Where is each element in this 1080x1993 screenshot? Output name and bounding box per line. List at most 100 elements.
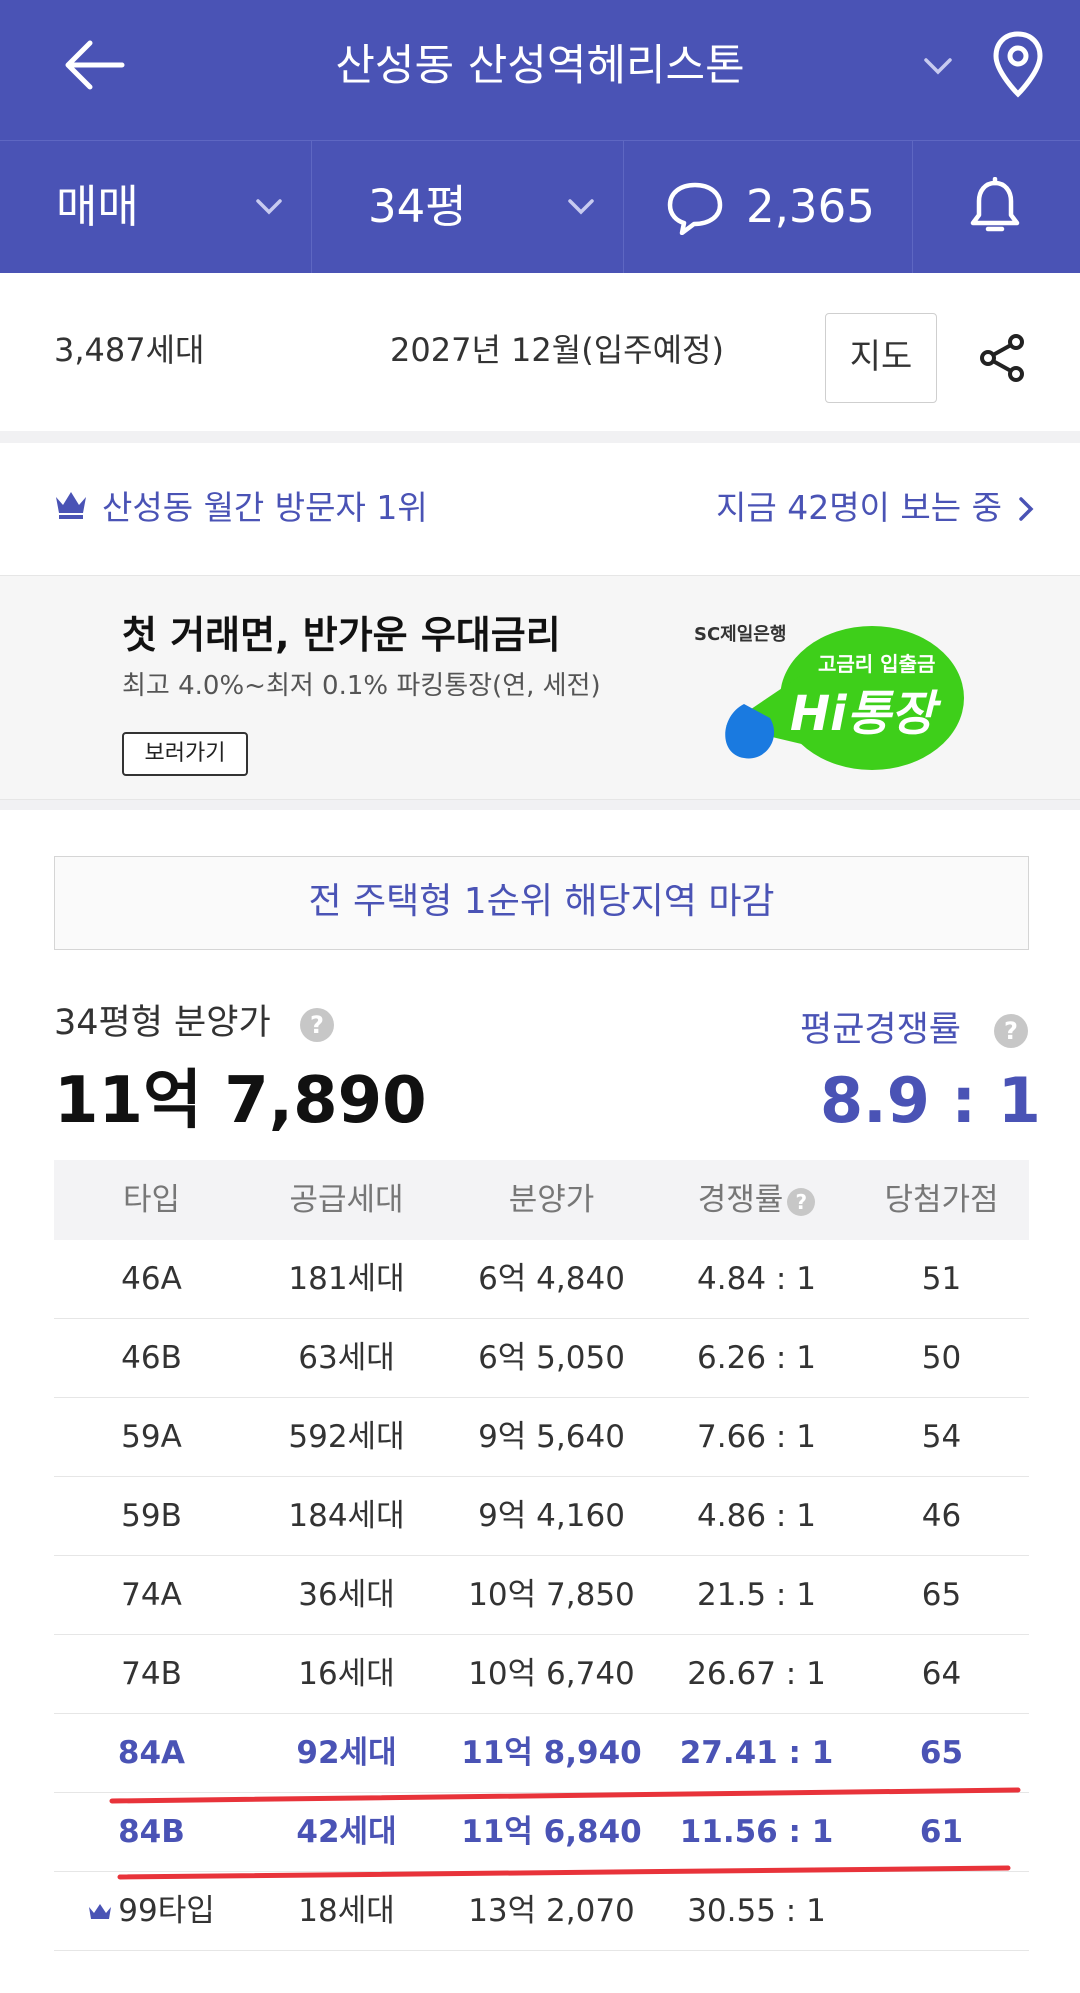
complex-info: 3,487세대 2027년 12월(입주예정) 지도 xyxy=(0,273,1080,431)
cell-competition-text: 21.5 : 1 xyxy=(697,1577,816,1613)
ad-bank-name: SC제일은행 xyxy=(694,624,787,645)
map-button[interactable]: 지도 xyxy=(825,313,937,403)
cell-score: 65 xyxy=(854,1556,1029,1635)
cell-type: 99타입 xyxy=(54,1872,249,1951)
back-arrow-icon[interactable] xyxy=(60,30,130,100)
cell-score-text: 46 xyxy=(921,1498,962,1534)
cell-units-text: 18세대 xyxy=(298,1893,395,1929)
cell-units: 18세대 xyxy=(249,1872,444,1951)
ad-cta-button[interactable]: 보러가기 xyxy=(122,732,248,776)
cell-type: 74A xyxy=(54,1556,249,1635)
trade-type-selector[interactable]: 매매 xyxy=(0,141,312,274)
cell-price-text: 9억 4,160 xyxy=(478,1498,625,1534)
ad-logo-title: Hi통장 xyxy=(790,686,935,742)
cell-competition-text: 4.86 : 1 xyxy=(697,1498,816,1534)
cell-score-text: 61 xyxy=(919,1814,964,1850)
cell-price: 13억 2,070 xyxy=(444,1872,659,1951)
cell-price: 11억 8,940 xyxy=(444,1714,659,1793)
cell-score: 50 xyxy=(854,1319,1029,1398)
cell-type-text: 74B xyxy=(121,1656,182,1692)
cell-units-text: 36세대 xyxy=(298,1577,395,1613)
ad-headline: 첫 거래면, 반가운 우대금리 xyxy=(122,613,561,657)
cell-score: 65 xyxy=(854,1714,1029,1793)
cell-type: 84A xyxy=(54,1714,249,1793)
visitor-rank-row[interactable]: 산성동 월간 방문자 1위 지금 42명이 보는 중 xyxy=(0,443,1080,575)
cell-competition: 30.55 : 1 xyxy=(659,1872,854,1951)
help-icon[interactable]: ? xyxy=(994,1014,1028,1048)
cell-units-text: 184세대 xyxy=(288,1498,405,1534)
cell-price-text: 6억 5,050 xyxy=(478,1340,625,1376)
cell-competition: 7.66 : 1 xyxy=(659,1398,854,1477)
cell-competition-text: 6.26 : 1 xyxy=(697,1340,816,1376)
notification-button[interactable] xyxy=(913,141,1080,274)
cell-price: 6억 5,050 xyxy=(444,1319,659,1398)
size-label: 34평 xyxy=(368,180,467,233)
cell-price-text: 6억 4,840 xyxy=(478,1261,625,1297)
supply-table: 타입 공급세대 분양가 경쟁률? 당첨가점 46A 181세대 6억 4,840 4.… xyxy=(54,1160,1029,1951)
ad-description: 최고 4.0%~최저 0.1% 파킹통장(연, 세전) xyxy=(122,671,601,701)
cell-score-text: 64 xyxy=(921,1656,962,1692)
cell-price-text: 10억 6,740 xyxy=(468,1656,635,1692)
header-score: 당첨가점 xyxy=(884,1182,999,1218)
table-row[interactable]: 59A 592세대 9억 5,640 7.66 : 1 54 xyxy=(54,1398,1029,1477)
bell-icon xyxy=(970,177,1020,232)
table-row[interactable]: 59B 184세대 9억 4,160 4.86 : 1 46 xyxy=(54,1477,1029,1556)
section-divider xyxy=(0,800,1080,810)
cell-type: 59B xyxy=(54,1477,249,1556)
cell-type: 59A xyxy=(54,1398,249,1477)
cell-units-text: 92세대 xyxy=(296,1735,397,1771)
cell-competition-text: 26.67 : 1 xyxy=(687,1656,826,1692)
cell-units-text: 63세대 xyxy=(298,1340,395,1376)
cell-type-text: 99타입 xyxy=(118,1893,215,1929)
header-price: 분양가 xyxy=(508,1182,595,1218)
avg-competition-label: 평균경쟁률 xyxy=(800,1010,962,1050)
cell-units-text: 592세대 xyxy=(288,1419,405,1455)
cell-competition: 11.56 : 1 xyxy=(659,1793,854,1872)
cell-score-text: 54 xyxy=(921,1419,962,1455)
table-row[interactable]: 84A 92세대 11억 8,940 27.41 : 1 65 xyxy=(54,1714,1029,1793)
current-viewers-text: 지금 42명이 보는 중 xyxy=(716,488,1002,527)
cell-competition: 27.41 : 1 xyxy=(659,1714,854,1793)
cell-units: 184세대 xyxy=(249,1477,444,1556)
cell-type-text: 46B xyxy=(121,1340,182,1376)
cell-competition: 4.86 : 1 xyxy=(659,1477,854,1556)
cell-units-text: 181세대 xyxy=(288,1261,405,1297)
cell-price-text: 9억 5,640 xyxy=(478,1419,625,1455)
cell-price-text: 13억 2,070 xyxy=(468,1893,635,1929)
table-row[interactable]: 99타입 18세대 13억 2,070 30.55 : 1 xyxy=(54,1872,1029,1951)
cell-competition-text: 11.56 : 1 xyxy=(679,1814,834,1850)
avg-competition-value: 8.9 : 1 xyxy=(820,1064,1041,1137)
help-icon[interactable]: ? xyxy=(300,1008,334,1042)
table-row[interactable]: 84B 42세대 11억 6,840 11.56 : 1 61 xyxy=(54,1793,1029,1872)
page-title[interactable]: 산성동 산성역헤리스톤 xyxy=(250,36,830,96)
comments-button[interactable]: 2,365 xyxy=(624,141,913,274)
share-icon[interactable] xyxy=(978,333,1026,383)
top-bar: 산성동 산성역헤리스톤 xyxy=(0,0,1080,140)
chevron-down-icon xyxy=(568,199,594,215)
price-value: 11억 7,890 xyxy=(54,1064,427,1138)
cell-price: 10억 7,850 xyxy=(444,1556,659,1635)
table-row[interactable]: 74B 16세대 10억 6,740 26.67 : 1 64 xyxy=(54,1635,1029,1714)
header-competition-label: 경쟁률 xyxy=(697,1182,784,1218)
cell-units: 42세대 xyxy=(249,1793,444,1872)
crown-icon xyxy=(56,492,86,519)
cell-score-text: 65 xyxy=(921,1577,962,1613)
table-body: 46A 181세대 6억 4,840 4.84 : 1 51 46B 63세대 6억 5,05… xyxy=(54,1240,1029,1951)
cell-units-text: 16세대 xyxy=(298,1656,395,1692)
help-icon[interactable]: ? xyxy=(787,1187,816,1216)
table-row[interactable]: 74A 36세대 10억 7,850 21.5 : 1 65 xyxy=(54,1556,1029,1635)
location-pin-icon[interactable] xyxy=(990,30,1046,100)
cell-type-text: 46A xyxy=(121,1261,182,1297)
ad-banner[interactable]: 첫 거래면, 반가운 우대금리 최고 4.0%~최저 0.1% 파킹통장(연, … xyxy=(0,575,1080,800)
speech-bubble-icon xyxy=(667,182,723,235)
cell-type: 74B xyxy=(54,1635,249,1714)
chevron-down-icon[interactable] xyxy=(920,48,956,84)
table-row[interactable]: 46A 181세대 6억 4,840 4.84 : 1 51 xyxy=(54,1240,1029,1319)
size-selector[interactable]: 34평 xyxy=(312,141,624,274)
cell-score: 54 xyxy=(854,1398,1029,1477)
header-type: 타입 xyxy=(122,1182,181,1218)
table-header: 타입 공급세대 분양가 경쟁률? 당첨가점 xyxy=(54,1160,1029,1240)
cell-units: 92세대 xyxy=(249,1714,444,1793)
table-row[interactable]: 46B 63세대 6억 5,050 6.26 : 1 50 xyxy=(54,1319,1029,1398)
cell-price-text: 11억 6,840 xyxy=(461,1814,642,1850)
